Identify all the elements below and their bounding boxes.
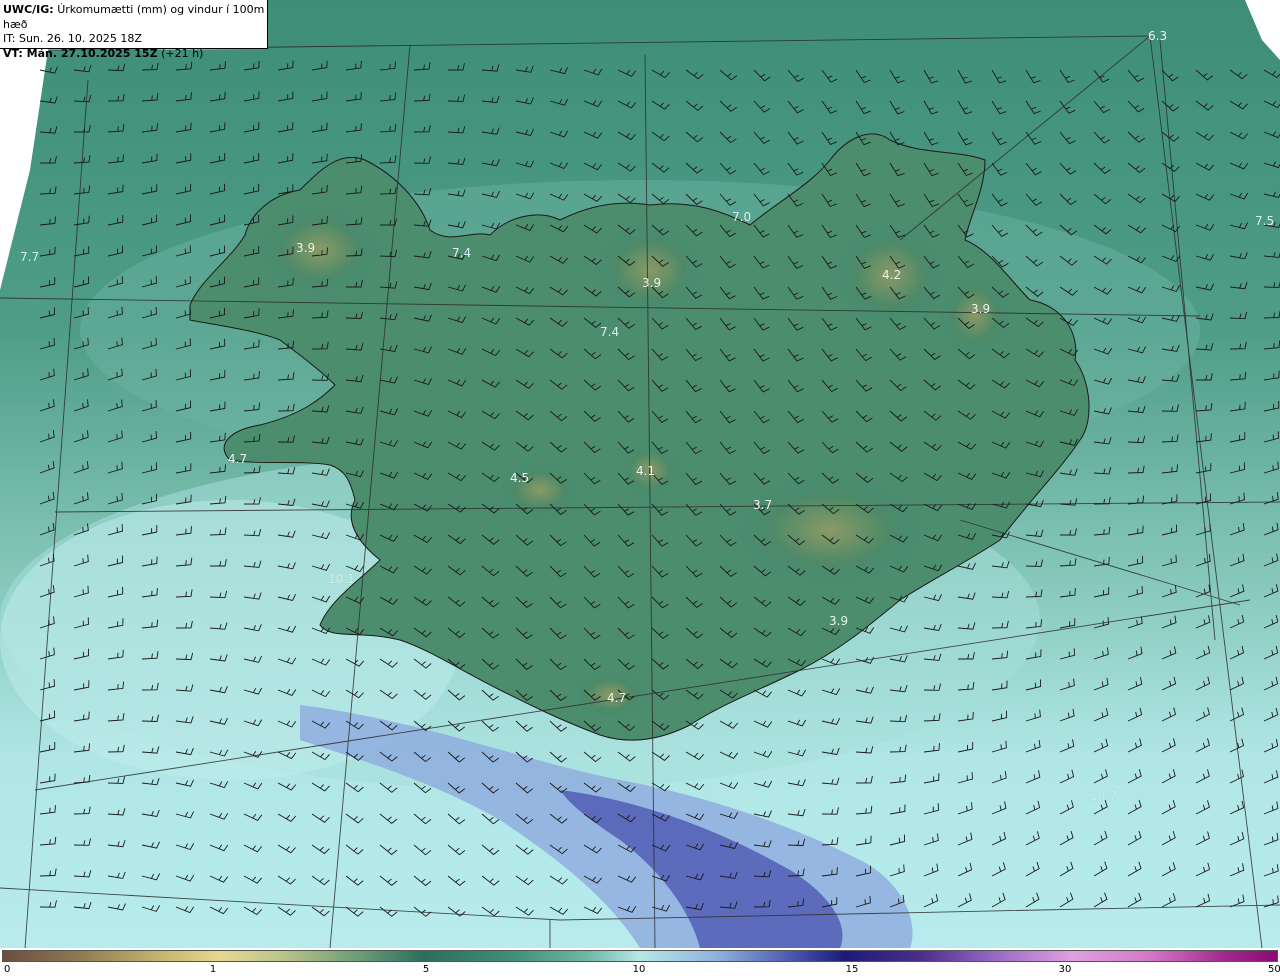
product-name: UWC/IG: [3,3,54,16]
colorbar-tick: 50 [1268,964,1280,975]
colorbar-legend: 0 1 5 10 15 30 50 [0,948,1280,978]
map-label: 4.2 [882,268,901,282]
map-label: 3.7 [753,498,772,512]
colorbar-tick: 30 [1058,964,1072,975]
product-line: UWC/IG: Úrkomumætti (mm) og vindur í 100… [3,3,267,32]
map-label: 4.1 [636,464,655,478]
colorbar-tick: 1 [209,964,217,975]
map-label: 4.7 [228,452,247,466]
map-title-box: UWC/IG: Úrkomumætti (mm) og vindur í 100… [0,0,268,60]
map-label: 3.9 [829,614,848,628]
colorbar-tick: 10 [632,964,646,975]
map-label: 7.4 [600,325,619,339]
map-label: 10.1 [328,572,355,586]
map-label: 7.4 [452,246,471,260]
map-area[interactable]: 6.3 7.7 3.9 7.4 7.0 7.5 3.9 4.2 3.9 7.4 … [0,0,1280,948]
colorbar-tick: 5 [422,964,430,975]
map-label: 7.5 [1255,214,1274,228]
map-label: 4.5 [510,471,529,485]
colorbar-tick: 15 [845,964,859,975]
map-label: 3.9 [971,302,990,316]
map-label: 4.7 [607,691,626,705]
valid-time-line: VT: Mán. 27.10.2025 15Z (+21 h) [3,47,267,62]
valid-time: VT: Mán. 27.10.2025 15Z [3,46,158,60]
map-label: 6.3 [1148,29,1167,43]
lead-time: (+21 h) [161,46,204,60]
map-label: 7.0 [732,210,751,224]
map-label: 10.7 [1090,789,1117,803]
colorbar [2,950,1278,962]
map-label: 7.7 [20,250,39,264]
map-label: 3.9 [296,241,315,255]
precipitable-water-map: 6.3 7.7 3.9 7.4 7.0 7.5 3.9 4.2 3.9 7.4 … [0,0,1280,948]
highland-north [595,225,705,315]
map-label: 3.9 [642,276,661,290]
colorbar-tick: 0 [4,964,11,975]
initial-time: IT: Sun. 26. 10. 2025 18Z [3,32,142,45]
